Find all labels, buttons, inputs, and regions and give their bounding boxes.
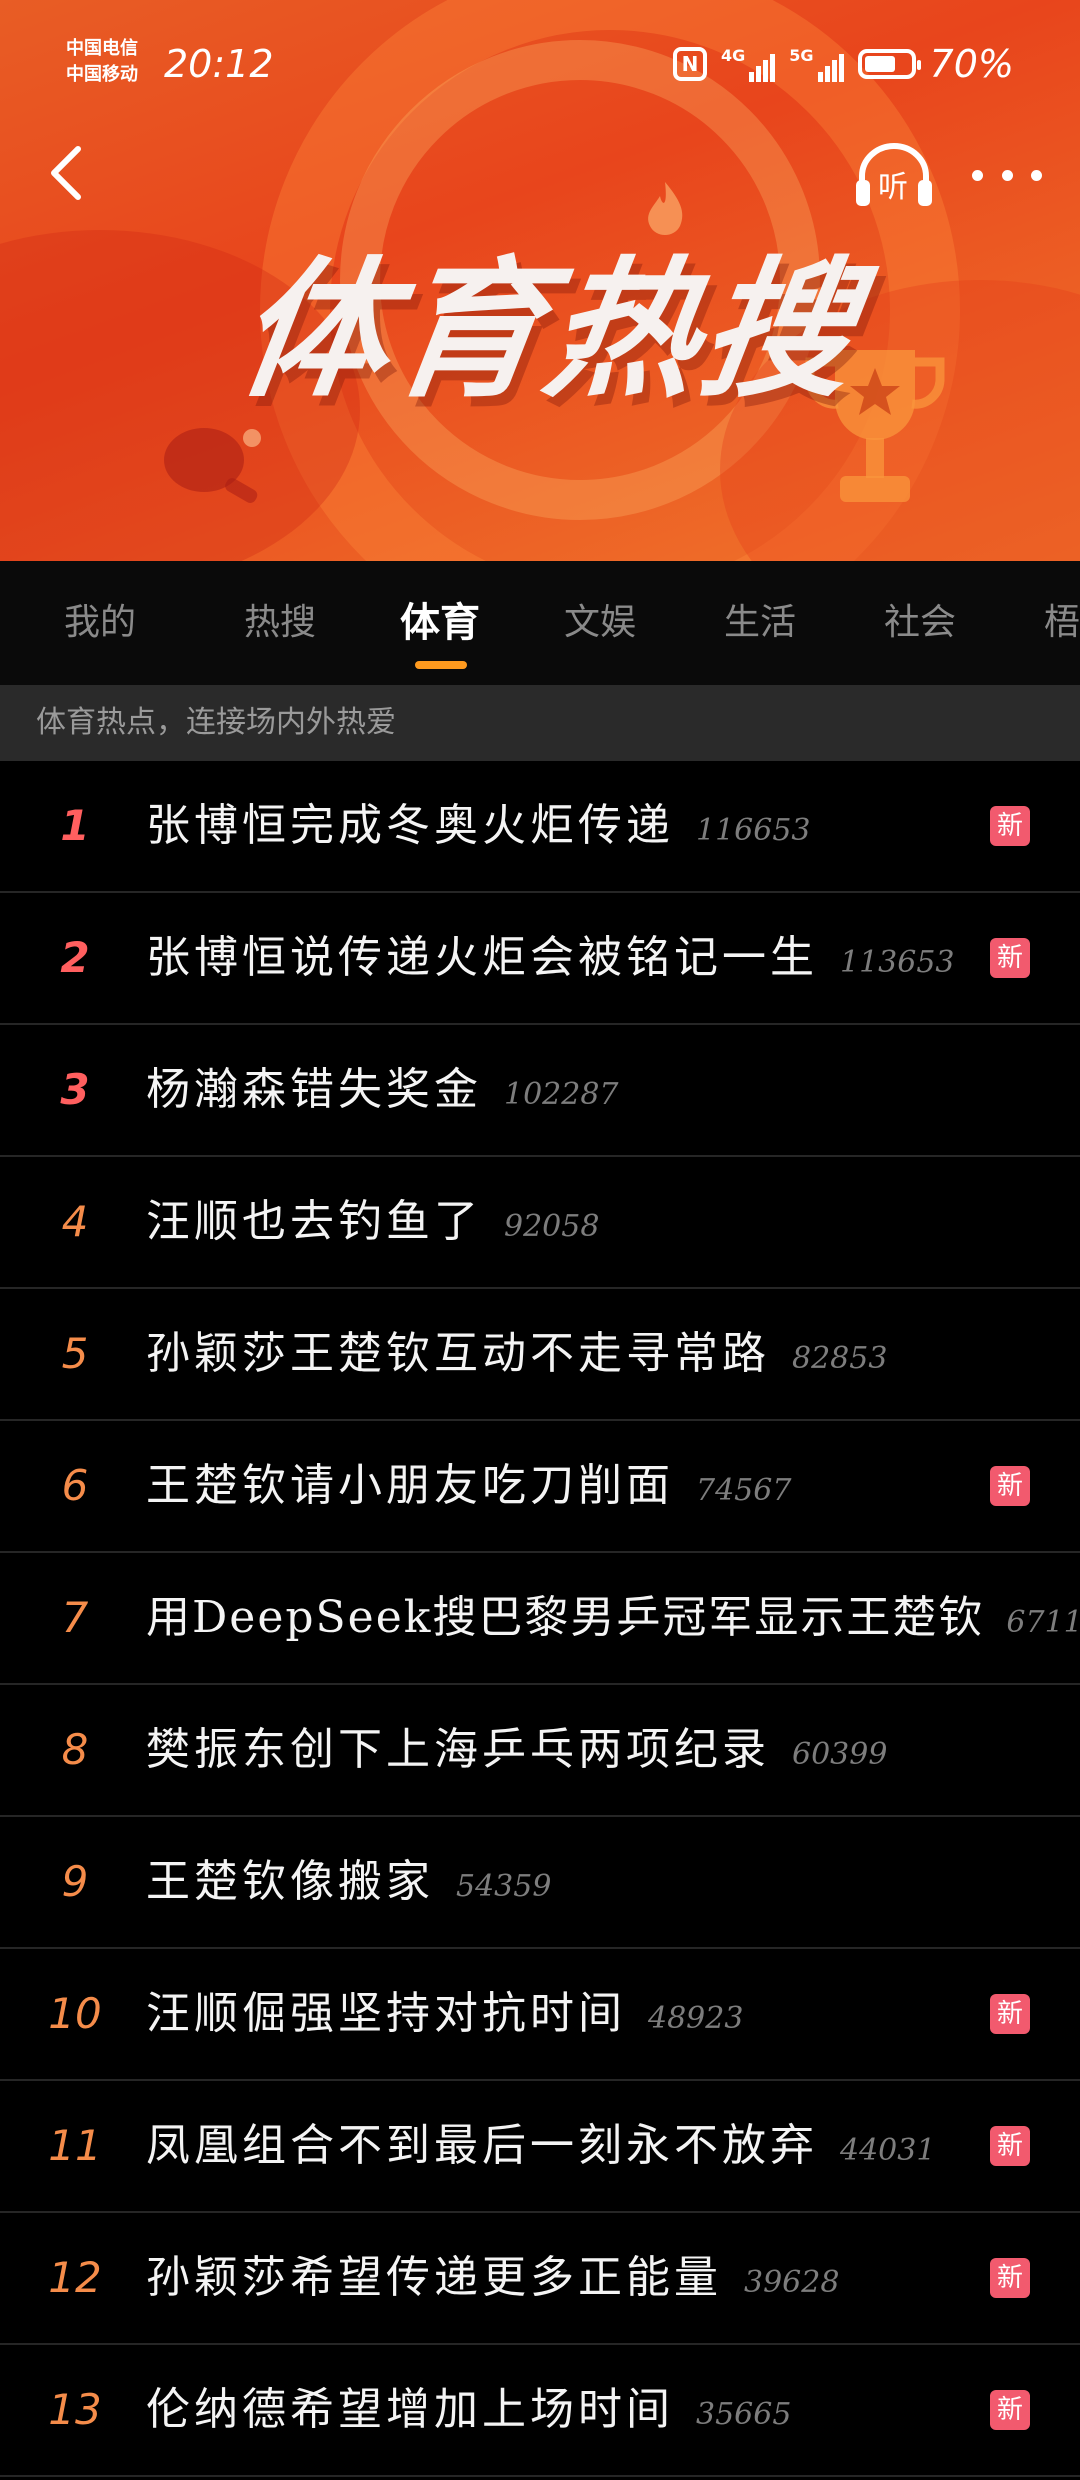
new-badge: 新 [990,938,1030,978]
tab-mine[interactable]: 我的 [0,561,200,685]
section-subtitle: 体育热点，连接场内外热爱 [0,685,1080,761]
item-title: 张博恒完成冬奥火炬传递 [146,800,674,851]
list-item[interactable]: 1 张博恒完成冬奥火炬传递 116653 新 [0,761,1080,893]
tab-hot-search[interactable]: 热搜 [200,561,360,685]
listen-label: 听 [878,170,908,205]
rank-number: 11 [48,2121,102,2170]
rank-number: 10 [48,1989,102,2038]
battery-level [864,56,896,72]
new-badge: 新 [990,2258,1030,2298]
item-title: 汪顺也去钓鱼了 [146,1196,482,1247]
list-item[interactable]: 7 用DeepSeek搜巴黎男乒冠军显示王楚钦 67110 [0,1553,1080,1685]
item-title: 汪顺倔强坚持对抗时间 [146,1988,626,2039]
status-bar: 中国电信 中国移动 20:12 N 4G 5G 70% [0,28,1080,100]
banner: 中国电信 中国移动 20:12 N 4G 5G 70% 听 体育热搜 [0,0,1080,561]
heat-count: 39628 [744,2265,840,2300]
ping-pong-paddle-icon [164,428,261,503]
clock: 20:12 [164,42,274,86]
list-item[interactable]: 12 孙颖莎希望传递更多正能量 39628 新 [0,2213,1080,2345]
item-title: 王楚钦请小朋友吃刀削面 [146,1460,674,1511]
list-item[interactable]: 9 王楚钦像搬家 54359 [0,1817,1080,1949]
page-title: 体育热搜 [227,242,869,418]
heat-count: 102287 [504,1077,619,1112]
chevron-left-icon[interactable] [36,143,96,203]
tab-society[interactable]: 社会 [840,561,1000,685]
rank-number: 4 [61,1197,89,1246]
list-item[interactable]: 4 汪顺也去钓鱼了 92058 [0,1157,1080,1289]
list-item[interactable]: 11 凤凰组合不到最后一刻永不放弃 44031 新 [0,2081,1080,2213]
flame-icon [648,182,683,235]
new-badge: 新 [990,1994,1030,2034]
more-dots-icon[interactable] [972,150,1042,200]
heat-count: 67110 [1006,1605,1080,1640]
rank-number: 1 [60,801,90,850]
nfc-icon: N [673,47,707,81]
battery-icon [857,49,921,79]
heat-count: 92058 [504,1209,600,1244]
item-title: 孙颖莎希望传递更多正能量 [146,2252,722,2303]
heat-count: 35665 [696,2397,792,2432]
heat-count: 82853 [792,1341,888,1376]
list-item[interactable]: 8 樊振东创下上海乒乓两项纪录 60399 [0,1685,1080,1817]
battery-percent: 70% [929,42,1014,86]
heat-count: 74567 [696,1473,792,1508]
item-title: 伦纳德希望增加上场时间 [146,2384,674,2435]
tab-wuzhou[interactable]: 梧州 [1000,561,1080,685]
hot-list: 1 张博恒完成冬奥火炬传递 116653 新 2 张博恒说传递火炬会被铭记一生 11… [0,761,1080,2477]
item-title: 凤凰组合不到最后一刻永不放弃 [146,2120,818,2171]
heat-count: 48923 [648,2001,744,2036]
item-title: 樊振东创下上海乒乓两项纪录 [146,1724,770,1775]
rank-number: 7 [61,1593,89,1642]
new-badge: 新 [990,1466,1030,1506]
tab-entertainment[interactable]: 文娱 [520,561,680,685]
rank-number: 2 [60,933,90,982]
new-badge: 新 [990,2390,1030,2430]
heat-count: 116653 [696,813,811,848]
network-label: 5G [789,46,814,65]
heat-count: 44031 [840,2133,936,2168]
rank-number: 8 [61,1725,89,1774]
tab-life[interactable]: 生活 [680,561,840,685]
rank-number: 9 [61,1857,89,1906]
list-item[interactable]: 10 汪顺倔强坚持对抗时间 48923 新 [0,1949,1080,2081]
list-item[interactable]: 2 张博恒说传递火炬会被铭记一生 113653 新 [0,893,1080,1025]
carrier-2: 中国移动 [66,64,138,85]
heat-count: 54359 [456,1869,552,1904]
heat-count: 113653 [840,945,955,980]
rank-number: 5 [61,1329,89,1378]
carrier-label: 中国电信 中国移动 [66,36,138,88]
item-title: 张博恒说传递火炬会被铭记一生 [146,932,818,983]
item-title: 孙颖莎王楚钦互动不走寻常路 [146,1328,770,1379]
headphones-icon[interactable]: 听 [852,140,936,210]
rank-number: 6 [61,1461,89,1510]
signal-5g-icon: 5G [789,46,844,82]
new-badge: 新 [990,2126,1030,2166]
rank-number: 13 [48,2385,102,2434]
new-badge: 新 [990,806,1030,846]
rank-number: 12 [48,2253,102,2302]
list-item[interactable]: 13 伦纳德希望增加上场时间 35665 新 [0,2345,1080,2477]
item-title: 杨瀚森错失奖金 [146,1064,482,1115]
category-tabs: 我的 热搜 体育 文娱 生活 社会 梧州 [0,561,1080,685]
heat-count: 60399 [792,1737,888,1772]
list-item[interactable]: 3 杨瀚森错失奖金 102287 [0,1025,1080,1157]
item-title: 用DeepSeek搜巴黎男乒冠军显示王楚钦 [146,1592,985,1643]
list-item[interactable]: 5 孙颖莎王楚钦互动不走寻常路 82853 [0,1289,1080,1421]
rank-number: 3 [60,1065,90,1114]
system-icons: N 4G 5G 70% [673,42,1014,86]
tab-sports[interactable]: 体育 [360,561,520,685]
signal-4g-icon: 4G [721,46,776,82]
carrier-1: 中国电信 [66,38,138,59]
list-item[interactable]: 6 王楚钦请小朋友吃刀削面 74567 新 [0,1421,1080,1553]
item-title: 王楚钦像搬家 [146,1856,434,1907]
network-label: 4G [721,46,746,65]
